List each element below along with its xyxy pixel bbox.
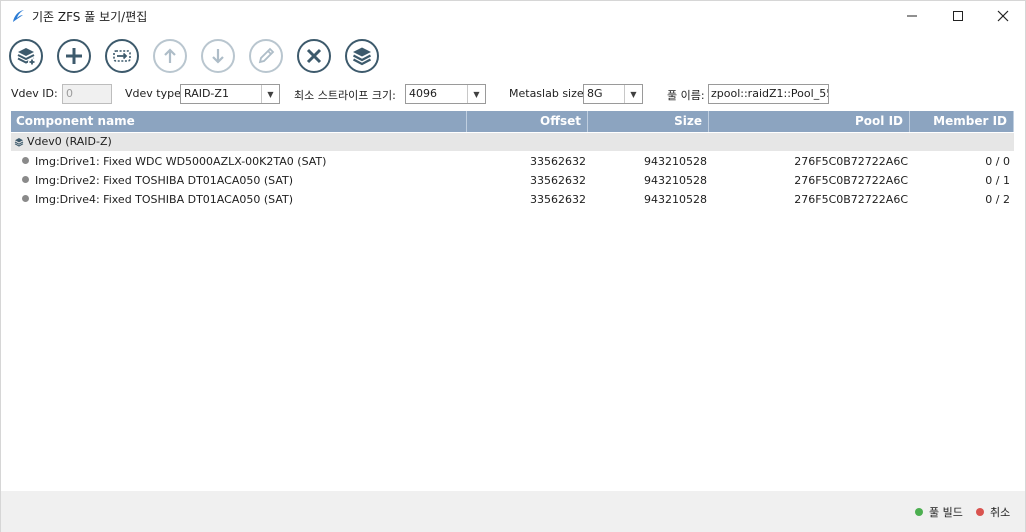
- metaslab-label: Metaslab size:: [509, 87, 588, 100]
- pool-name-label: 풀 이름:: [667, 89, 705, 102]
- layers-plus-icon: [17, 48, 36, 66]
- pool-name-input[interactable]: zpool::raidZ1::Pool_5554: [708, 84, 829, 104]
- metaslab-select[interactable]: 8G ▼: [583, 84, 643, 104]
- column-header-offset[interactable]: Offset: [467, 111, 588, 132]
- table-header: Component name Offset Size Pool ID Membe…: [11, 111, 1014, 132]
- status-dot-icon: [22, 195, 29, 202]
- layers-button[interactable]: [345, 39, 379, 73]
- pool-id-cell: 276F5C0B72722A6C: [794, 193, 908, 206]
- maximize-button[interactable]: [935, 1, 981, 31]
- window-title: 기존 ZFS 풀 보기/편집: [32, 10, 148, 24]
- vdev-id-field[interactable]: 0: [62, 84, 112, 104]
- plus-icon: [66, 48, 82, 64]
- min-stripe-select[interactable]: 4096 ▼: [405, 84, 486, 104]
- vdev-type-select[interactable]: RAID-Z1 ▼: [180, 84, 280, 104]
- maximize-icon: [953, 11, 963, 21]
- column-header-member-id[interactable]: Member ID: [910, 111, 1014, 132]
- chevron-down-icon: ▼: [624, 85, 642, 103]
- arrow-up-icon: [164, 48, 176, 63]
- red-dot-icon: [976, 508, 984, 516]
- vdev-type-label: Vdev type:: [125, 87, 185, 100]
- title-bar[interactable]: 기존 ZFS 풀 보기/편집: [1, 1, 1025, 31]
- member-id-cell: 0 / 1: [985, 174, 1010, 187]
- vdev-type-value: RAID-Z1: [184, 87, 229, 100]
- replace-button[interactable]: [105, 39, 139, 73]
- move-up-button[interactable]: [153, 39, 187, 73]
- status-dot-icon: [22, 176, 29, 183]
- layers-icon: [352, 47, 372, 66]
- move-down-button[interactable]: [201, 39, 235, 73]
- min-stripe-value: 4096: [409, 87, 437, 100]
- min-stripe-label: 최소 스트라이프 크기:: [294, 89, 396, 102]
- zfs-pool-window: 기존 ZFS 풀 보기/편집 Vdev ID: 0 Vdev type: RAI…: [0, 0, 1026, 532]
- member-id-cell: 0 / 2: [985, 193, 1010, 206]
- component-name-cell: Img:Drive2: Fixed TOSHIBA DT01ACA050 (SA…: [35, 174, 293, 187]
- pool-id-cell: 276F5C0B72722A6C: [794, 174, 908, 187]
- column-header-pool-id[interactable]: Pool ID: [709, 111, 910, 132]
- x-icon: [306, 48, 322, 64]
- minimize-icon: [907, 15, 917, 17]
- minimize-button[interactable]: [889, 1, 935, 31]
- pencil-icon: [258, 47, 275, 64]
- chevron-down-icon: ▼: [261, 85, 279, 103]
- close-button[interactable]: [980, 1, 1026, 31]
- component-name-cell: Img:Drive1: Fixed WDC WD5000AZLX-00K2TA0…: [35, 155, 327, 168]
- remove-button[interactable]: [297, 39, 331, 73]
- add-button[interactable]: [57, 39, 91, 73]
- cancel-button[interactable]: 취소: [976, 504, 1010, 520]
- swap-icon: [113, 50, 131, 62]
- size-cell: 943210528: [644, 155, 707, 168]
- app-logo-icon: [13, 10, 24, 22]
- offset-cell: 33562632: [530, 155, 586, 168]
- member-id-cell: 0 / 0: [985, 155, 1010, 168]
- offset-cell: 33562632: [530, 174, 586, 187]
- build-pool-button[interactable]: 풀 빌드: [915, 504, 963, 520]
- layers-icon: [14, 138, 24, 147]
- bottom-bar: 풀 빌드 취소: [1, 491, 1025, 532]
- table-row[interactable]: Img:Drive2: Fixed TOSHIBA DT01ACA050 (SA…: [11, 171, 1014, 190]
- arrow-down-icon: [212, 49, 224, 64]
- column-header-component-name[interactable]: Component name: [11, 111, 467, 132]
- edit-button[interactable]: [249, 39, 283, 73]
- size-cell: 943210528: [644, 193, 707, 206]
- vdev-group-row[interactable]: Vdev0 (RAID-Z): [11, 133, 1014, 151]
- cancel-label: 취소: [990, 506, 1011, 519]
- column-header-size[interactable]: Size: [588, 111, 709, 132]
- chevron-down-icon: ▼: [467, 85, 485, 103]
- metaslab-value: 8G: [587, 87, 603, 100]
- status-dot-icon: [22, 157, 29, 164]
- green-dot-icon: [915, 508, 923, 516]
- vdev-id-label: Vdev ID:: [11, 87, 58, 100]
- offset-cell: 33562632: [530, 193, 586, 206]
- vdev-group-label: Vdev0 (RAID-Z): [27, 135, 112, 148]
- table-row[interactable]: Img:Drive4: Fixed TOSHIBA DT01ACA050 (SA…: [11, 190, 1014, 209]
- pool-id-cell: 276F5C0B72722A6C: [794, 155, 908, 168]
- size-cell: 943210528: [644, 174, 707, 187]
- build-pool-label: 풀 빌드: [929, 506, 963, 519]
- close-icon: [997, 10, 1009, 22]
- table-row[interactable]: Img:Drive1: Fixed WDC WD5000AZLX-00K2TA0…: [11, 152, 1014, 171]
- component-name-cell: Img:Drive4: Fixed TOSHIBA DT01ACA050 (SA…: [35, 193, 293, 206]
- add-pool-layers-button[interactable]: [9, 39, 43, 73]
